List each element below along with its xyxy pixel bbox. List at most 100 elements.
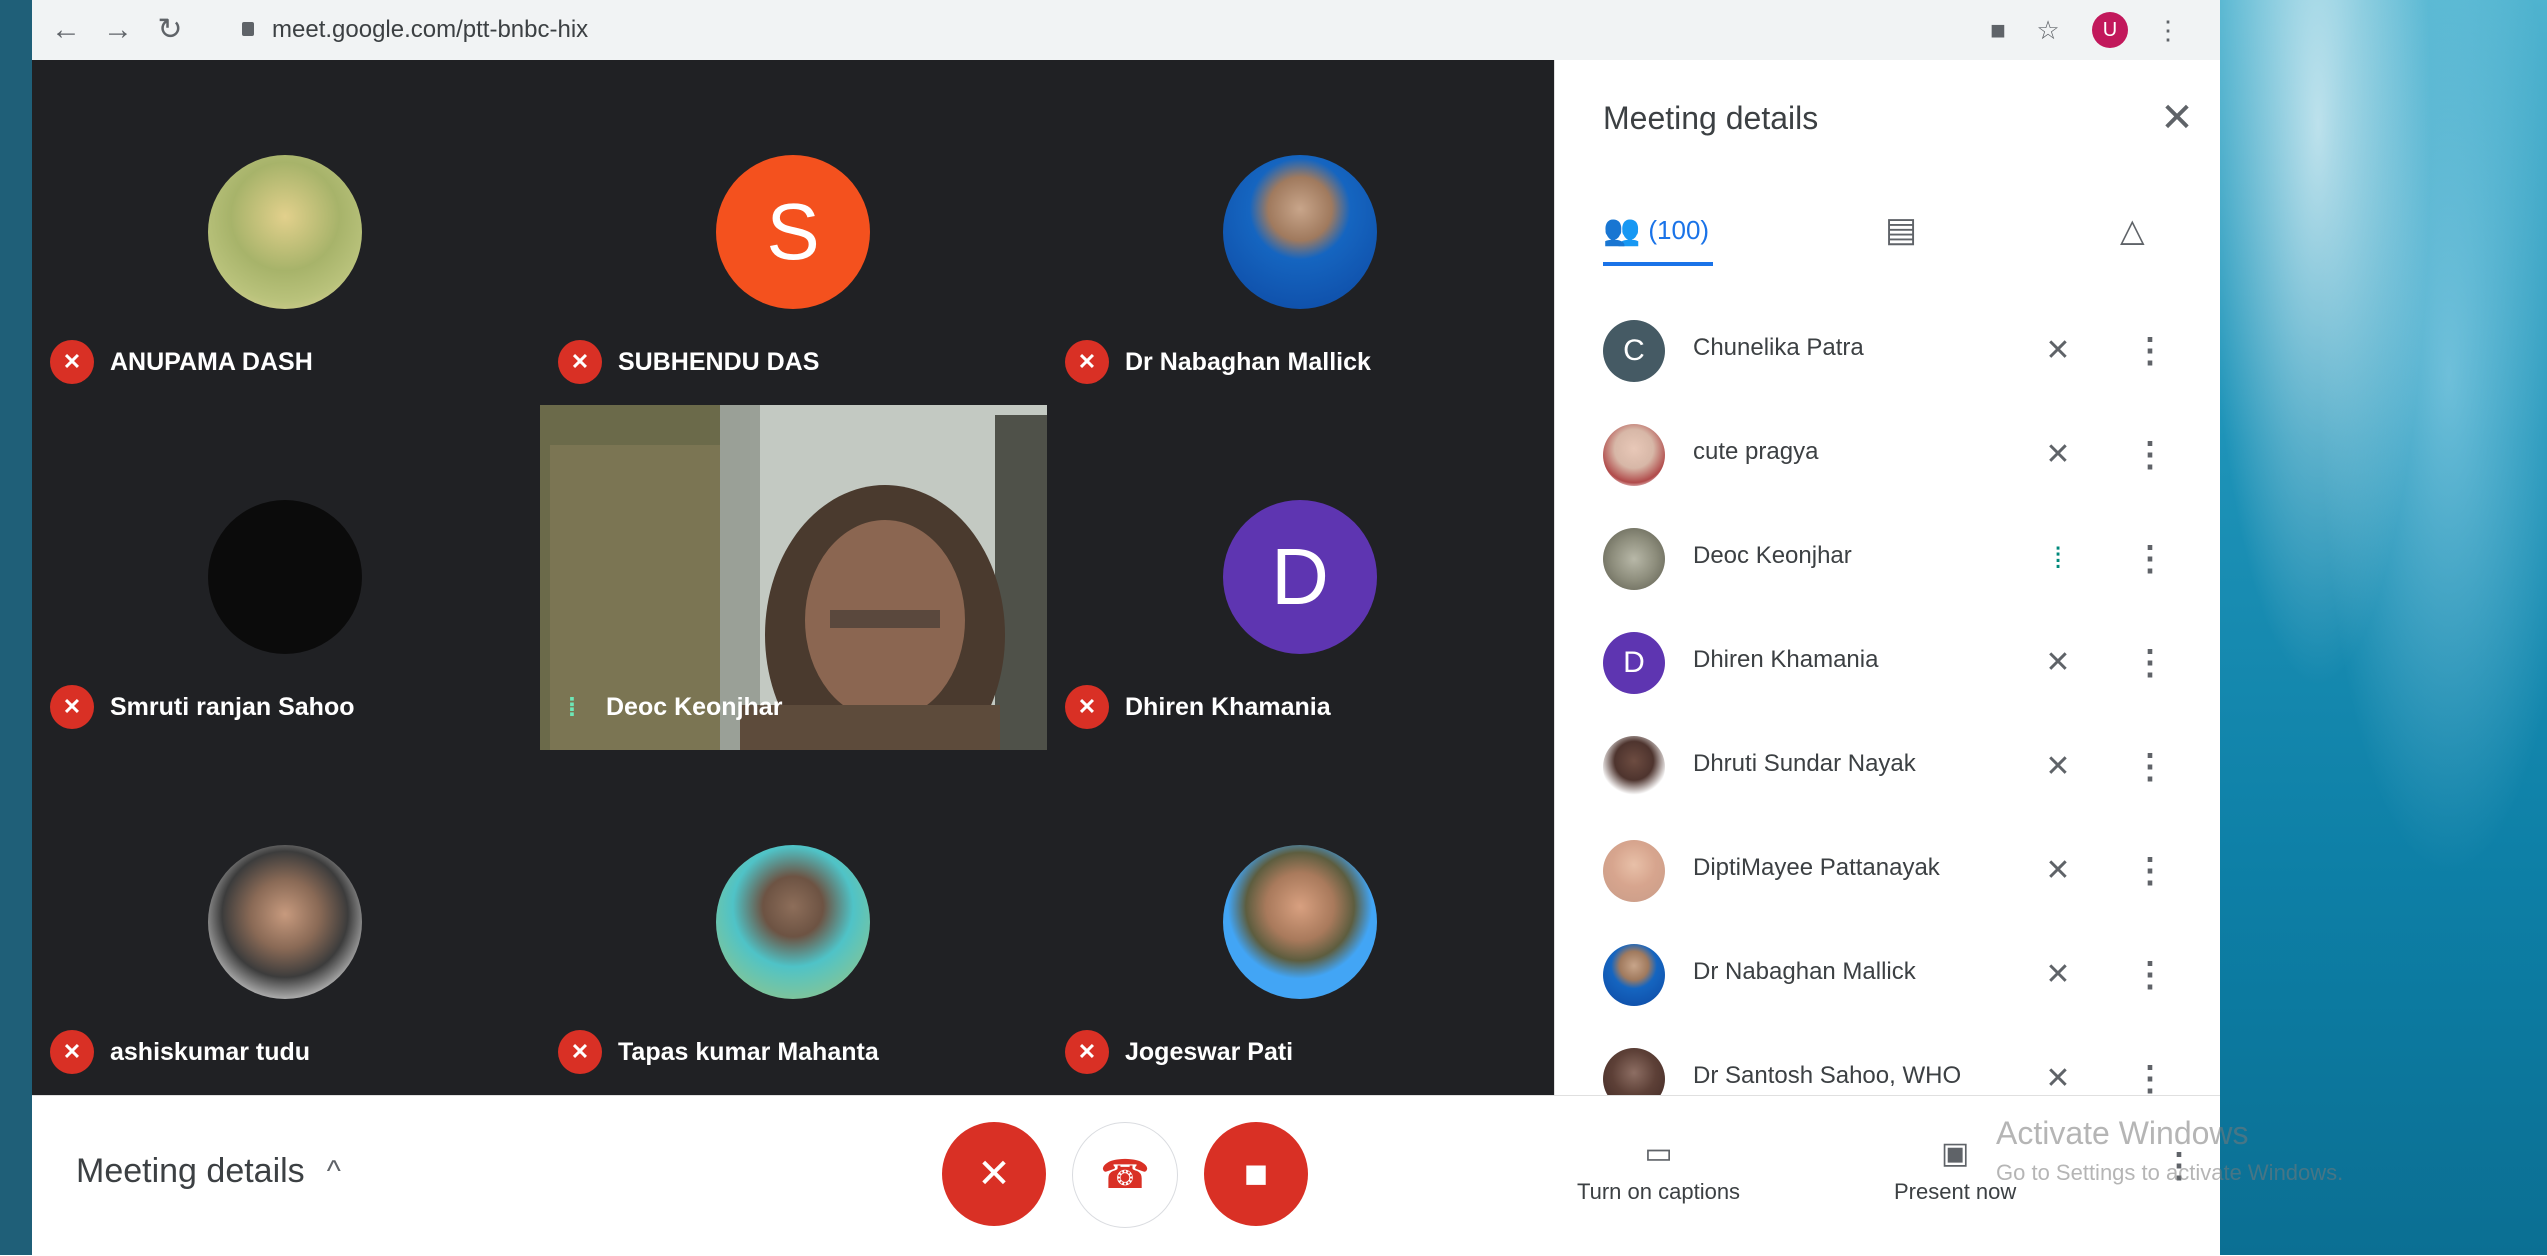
participant-avatar <box>208 155 362 309</box>
tab-chat[interactable]: ▤ <box>1885 200 1917 260</box>
more-options-icon[interactable]: ⋮ <box>2133 326 2167 376</box>
participant-name: Dhiren Khamania <box>1125 692 1331 721</box>
meeting-details-panel: Meeting details ✕ 👥 (100) ▤ △ C Chunelik… <box>1554 60 2221 1110</box>
mic-off-icon: ✕ <box>1065 340 1109 384</box>
participant-tile[interactable]: ✕ Jogeswar Pati <box>1047 750 1554 1095</box>
participant-avatar <box>1603 424 1665 486</box>
participant-avatar <box>1603 944 1665 1006</box>
tab-activities[interactable]: △ <box>2120 200 2145 260</box>
more-options-icon[interactable]: ⋮ <box>2133 638 2167 688</box>
active-tab-indicator <box>1603 262 1713 266</box>
browser-menu-icon[interactable]: ⋮ <box>2152 14 2184 46</box>
list-item[interactable]: cute pragya ✕ ⋮ <box>1555 404 2221 508</box>
close-icon[interactable]: ✕ <box>2155 96 2199 140</box>
mic-off-icon[interactable]: ✕ <box>2035 328 2081 374</box>
list-item[interactable]: C Chunelika Patra ✕ ⋮ <box>1555 300 2221 404</box>
speaking-indicator-icon[interactable]: ⁞ <box>2035 536 2081 582</box>
avatar-letter: D <box>1271 532 1329 621</box>
list-item[interactable]: D Dhiren Khamania ✕ ⋮ <box>1555 612 2221 716</box>
participant-name: Dhiren Khamania <box>1693 646 1879 673</box>
activate-windows-subtitle: Go to Settings to activate Windows. <box>1996 1160 2344 1185</box>
mic-off-icon: ✕ <box>977 1152 1011 1196</box>
participant-avatar <box>1603 736 1665 798</box>
mic-off-icon[interactable]: ✕ <box>2035 744 2081 790</box>
more-options-icon[interactable]: ⋮ <box>2133 534 2167 584</box>
participant-tile[interactable]: ✕ Smruti ranjan Sahoo <box>32 405 539 750</box>
hang-up-icon: ☎ <box>1100 1153 1150 1197</box>
captions-icon: ▭ <box>1644 1137 1673 1170</box>
more-options-icon[interactable]: ⋮ <box>2133 950 2167 1000</box>
participant-name: Smruti ranjan Sahoo <box>110 692 355 721</box>
mic-off-icon[interactable]: ✕ <box>2035 952 2081 998</box>
participant-tile[interactable]: ✕ Dr Nabaghan Mallick <box>1047 60 1554 405</box>
mic-off-icon: ✕ <box>1065 1030 1109 1074</box>
desktop-left-edge <box>0 0 32 1255</box>
participant-name: cute pragya <box>1693 438 1819 465</box>
mic-toggle-button[interactable]: ✕ <box>942 1122 1046 1226</box>
participant-tile[interactable]: ✕ ANUPAMA DASH <box>32 60 539 405</box>
camera-off-icon: ■ <box>1243 1151 1269 1196</box>
mic-off-icon: ✕ <box>50 340 94 384</box>
list-item[interactable]: Dr Nabaghan Mallick ✕ ⋮ <box>1555 924 2221 1028</box>
avatar-letter: S <box>766 187 820 276</box>
active-speaker-video[interactable]: ⁞ Deoc Keonjhar <box>540 405 1047 750</box>
lock-icon <box>242 22 254 36</box>
participant-tile[interactable]: S ✕ SUBHENDU DAS <box>540 60 1047 405</box>
participant-name: Dr Santosh Sahoo, WHO <box>1693 1062 1962 1089</box>
more-options-icon[interactable]: ⋮ <box>2133 430 2167 480</box>
captions-button[interactable]: ▭ Turn on captions <box>1577 1136 1740 1205</box>
participant-avatar <box>208 500 362 654</box>
participant-name: Dr Nabaghan Mallick <box>1125 347 1371 376</box>
meeting-controls-bar: Meeting details ^ ✕ ☎ ■ ▭ Turn on captio… <box>32 1095 2220 1256</box>
participant-name: Tapas kumar Mahanta <box>618 1037 879 1066</box>
mic-off-icon: ✕ <box>558 340 602 384</box>
participant-avatar <box>1223 845 1377 999</box>
participant-avatar: D <box>1603 632 1665 694</box>
activate-windows-watermark: Activate Windows <box>1996 1115 2249 1151</box>
participant-name: ashiskumar tudu <box>110 1037 311 1066</box>
participant-avatar <box>716 845 870 999</box>
mic-off-icon[interactable]: ✕ <box>2035 640 2081 686</box>
url-text[interactable]: meet.google.com/ptt-bnbc-hix <box>272 12 588 48</box>
avatar-letter: D <box>1623 646 1645 679</box>
mic-off-icon[interactable]: ✕ <box>2035 848 2081 894</box>
reload-icon[interactable]: ↻ <box>150 10 190 50</box>
list-item[interactable]: Dhruti Sundar Nayak ✕ ⋮ <box>1555 716 2221 820</box>
tab-people[interactable]: 👥 (100) <box>1603 200 1709 260</box>
camera-indicator-icon[interactable]: ■ <box>1982 14 2014 46</box>
list-item[interactable]: DiptiMayee Pattanayak ✕ ⋮ <box>1555 820 2221 924</box>
mic-off-icon[interactable]: ✕ <box>2035 432 2081 478</box>
people-count: (100) <box>1648 214 1710 245</box>
participant-name: Chunelika Patra <box>1693 334 1864 361</box>
video-grid: ✕ ANUPAMA DASH S ✕ SUBHENDU DAS ✕ Dr Nabagh… <box>32 60 1554 1095</box>
participant-name: SUBHENDU DAS <box>618 347 820 376</box>
list-item[interactable]: Deoc Keonjhar ⁞ ⋮ <box>1555 508 2221 612</box>
participant-avatar <box>1223 155 1377 309</box>
more-options-icon[interactable]: ⋮ <box>2133 846 2167 896</box>
more-options-icon[interactable]: ⋮ <box>2133 742 2167 792</box>
participant-tile[interactable]: ✕ ashiskumar tudu <box>32 750 539 1095</box>
people-icon: 👥 <box>1603 213 1641 247</box>
leave-call-button[interactable]: ☎ <box>1072 1122 1178 1228</box>
back-arrow-icon[interactable]: ← <box>46 10 86 50</box>
browser-window: ← → ↻ meet.google.com/ptt-bnbc-hix ■ ☆ U… <box>32 0 2221 1256</box>
mic-off-icon: ✕ <box>558 1030 602 1074</box>
participant-tile[interactable]: ✕ Tapas kumar Mahanta <box>540 750 1047 1095</box>
participant-avatar: D <box>1223 500 1377 654</box>
camera-toggle-button[interactable]: ■ <box>1204 1122 1308 1226</box>
mic-off-icon: ✕ <box>50 1030 94 1074</box>
profile-avatar[interactable]: U <box>2092 12 2128 48</box>
participant-name: Deoc Keonjhar <box>606 692 783 721</box>
mic-off-icon: ✕ <box>1065 685 1109 729</box>
panel-title: Meeting details <box>1603 100 1819 136</box>
address-bar: ← → ↻ meet.google.com/ptt-bnbc-hix ■ ☆ U… <box>32 0 2220 61</box>
participant-name: Deoc Keonjhar <box>1693 542 1852 569</box>
forward-arrow-icon[interactable]: → <box>98 10 138 50</box>
participant-tile[interactable]: D ✕ Dhiren Khamania <box>1047 405 1554 750</box>
chat-icon: ▤ <box>1885 211 1918 249</box>
participant-name: ANUPAMA DASH <box>110 347 313 376</box>
bookmark-star-icon[interactable]: ☆ <box>2032 14 2064 46</box>
speaking-indicator-icon: ⁞ <box>567 691 577 722</box>
meeting-details-toggle[interactable]: Meeting details ^ <box>76 1152 341 1191</box>
participant-avatar: S <box>716 155 870 309</box>
